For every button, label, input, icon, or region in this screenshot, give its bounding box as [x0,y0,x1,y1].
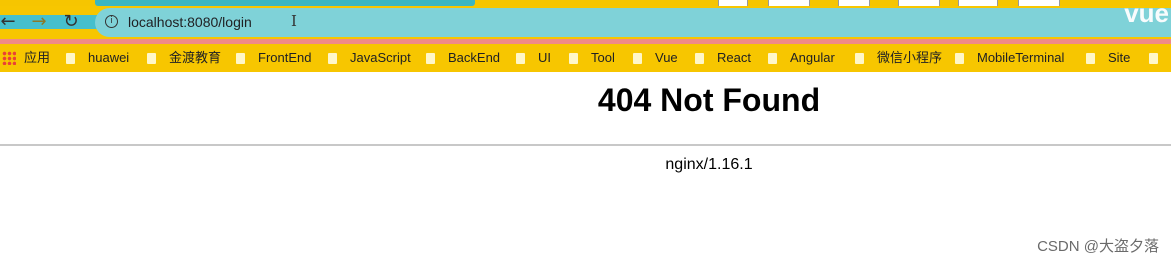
bookmark-label: 应用 [24,50,51,65]
folder-icon [516,52,525,64]
back-icon[interactable]: ← [0,10,20,34]
browser-toolbar: ← → ↻ i localhost:8080/login I vue [0,0,1171,39]
bookmark-label: Vue [655,50,678,65]
bookmark-ui[interactable]: UI [516,49,551,67]
folder-icon [695,52,704,64]
folder-icon [1086,52,1095,64]
folder-icon [1149,52,1158,64]
folder-icon [569,52,578,64]
folder-icon [855,52,864,64]
bookmark-label: huawei [88,50,130,65]
page-title: 404 Not Found [597,82,821,118]
url-text[interactable]: localhost:8080/login [128,14,252,30]
bookmark-react[interactable]: React [695,49,751,67]
bookmark-label: JavaScript [350,50,411,65]
bookmark-more[interactable] [1149,49,1171,67]
folder-icon [147,52,156,64]
folder-icon [236,52,245,64]
bookmark-label: Tool [591,50,615,65]
bookmark-jindu[interactable]: 金渡教育 [147,49,221,67]
bookmark-wechat-miniprogram[interactable]: 微信小程序 [855,49,942,67]
bookmark-label: Angular [790,50,835,65]
apps-grid-icon [2,51,16,65]
vue-logo: vue [1124,0,1169,28]
bookmark-label: MobileTerminal [977,50,1065,65]
folder-icon [328,52,337,64]
bookmark-site[interactable]: Site [1086,49,1130,67]
bookmark-label: 金渡教育 [169,50,222,65]
reload-icon[interactable]: ↻ [59,10,83,34]
bookmark-label: 微信小程序 [877,50,943,65]
text-cursor-icon: I [291,12,297,30]
bookmark-mobileterminal[interactable]: MobileTerminal [955,49,1064,67]
csdn-watermark: CSDN @大盗夕落 [1037,238,1159,255]
folder-icon [633,52,642,64]
bookmark-angular[interactable]: Angular [768,49,835,67]
folder-icon [426,52,435,64]
address-bar[interactable]: i localhost:8080/login I [95,8,1171,37]
bookmark-label: React [717,50,751,65]
bookmark-tool[interactable]: Tool [569,49,615,67]
folder-icon [768,52,777,64]
site-info-icon[interactable]: i [105,15,118,28]
bookmark-frontend[interactable]: FrontEnd [236,49,311,67]
folder-icon [955,52,964,64]
bookmark-javascript[interactable]: JavaScript [328,49,411,67]
bookmark-label: Site [1108,50,1131,65]
bookmark-vue[interactable]: Vue [633,49,678,67]
bookmark-label: UI [538,50,551,65]
folder-icon [66,52,75,64]
server-signature: nginx/1.16.1 [665,156,753,173]
bookmark-backend[interactable]: BackEnd [426,49,500,67]
bookmark-huawei[interactable]: huawei [66,49,129,67]
bookmarks-bar: 应用 huawei 金渡教育 FrontEnd JavaScript BackE… [0,44,1171,72]
bookmark-label: FrontEnd [258,50,312,65]
bookmark-apps[interactable]: 应用 [2,49,50,67]
forward-icon[interactable]: → [27,10,51,34]
bookmark-label: BackEnd [448,50,501,65]
page-divider [0,144,1171,146]
